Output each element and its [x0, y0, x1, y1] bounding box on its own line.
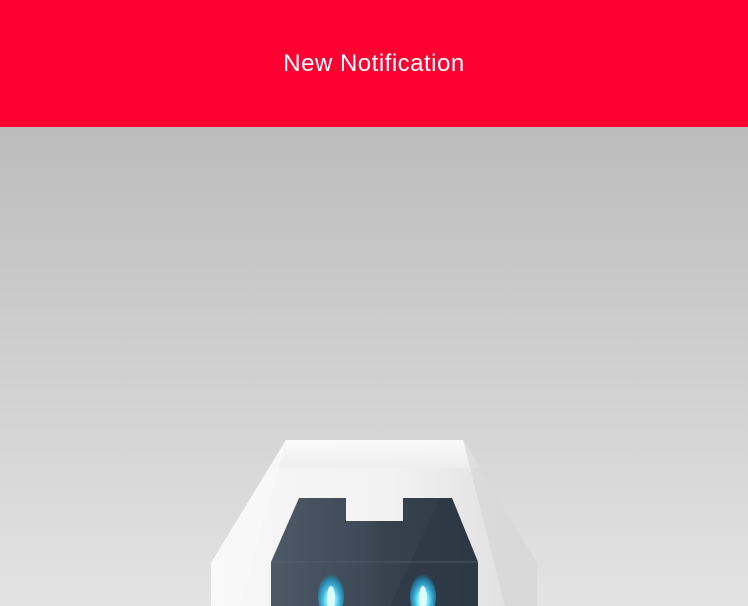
cordova-robot-icon: [211, 440, 537, 606]
app-screen: New Notification: [0, 0, 748, 606]
